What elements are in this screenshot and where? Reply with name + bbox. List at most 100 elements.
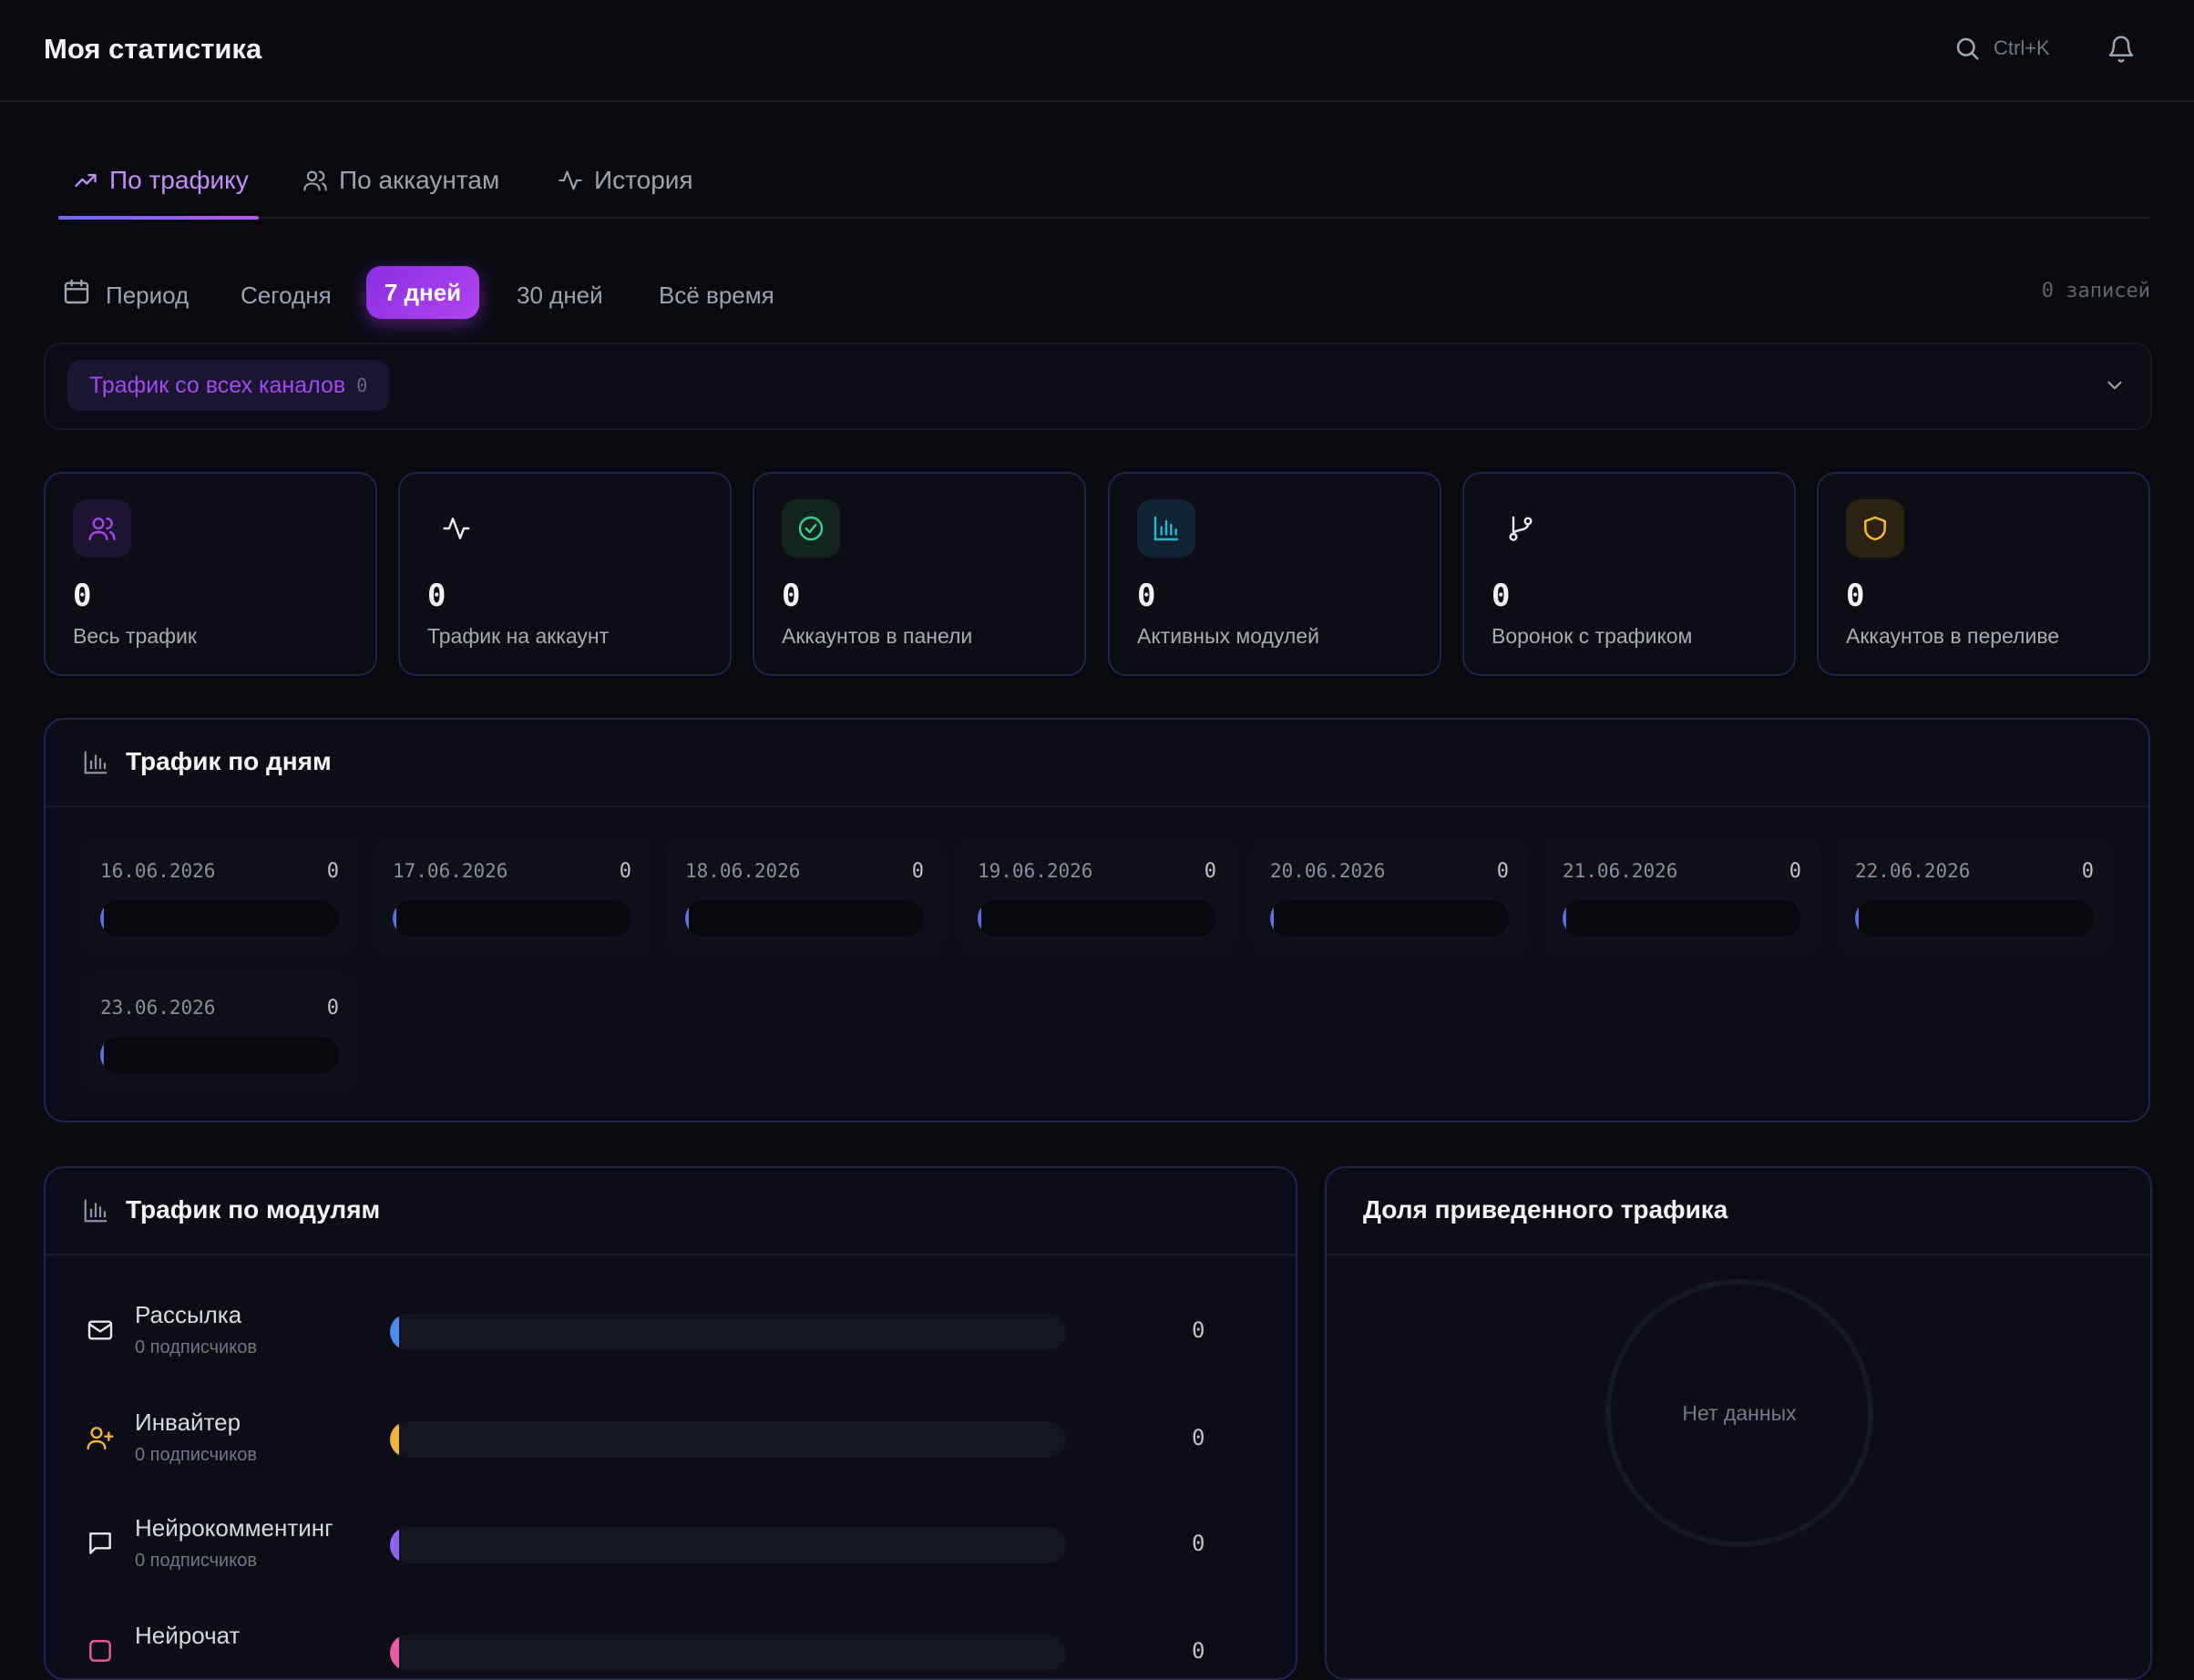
mail-icon — [86, 1316, 115, 1345]
stat-label: Аккаунтов в панели — [782, 624, 973, 648]
stat-label: Активных модулей — [1137, 624, 1319, 648]
module-bar-fill — [390, 1421, 399, 1458]
day-date: 16.06.2026 — [100, 860, 216, 882]
stat-value: 0 — [1846, 578, 1865, 614]
module-name: Инвайтер — [135, 1409, 241, 1436]
panel-title: Трафик по модулям — [126, 1195, 381, 1224]
users-icon — [73, 499, 131, 558]
day-bar — [1270, 900, 1509, 937]
day-date: 18.06.2026 — [685, 860, 801, 882]
module-value: 0 — [1192, 1317, 1205, 1343]
message-square-icon — [86, 1529, 115, 1558]
tab-accounts[interactable]: По аккаунтам — [302, 166, 499, 195]
stat-card-accounts-in-panel: 0 Аккаунтов в панели — [753, 472, 1086, 676]
day-card: 17.06.2026 0 — [374, 838, 650, 953]
bar-chart-icon — [82, 749, 109, 776]
module-name: Нейрочат — [135, 1622, 241, 1649]
search-shortcut: Ctrl+K — [1994, 36, 2050, 59]
day-bar-fill — [685, 900, 689, 937]
filter-7-days[interactable]: 7 дней — [366, 266, 479, 319]
stat-label: Воронок с трафиком — [1492, 624, 1693, 648]
daily-traffic-panel: Трафик по дням 16.06.2026 0 17.06.2026 0… — [44, 718, 2150, 1122]
day-card: 18.06.2026 0 — [667, 838, 942, 953]
user-plus-icon — [86, 1423, 115, 1452]
module-bar — [390, 1527, 1066, 1563]
day-value: 0 — [911, 860, 924, 883]
panel-header: Трафик по дням — [46, 720, 2148, 807]
module-value: 0 — [1192, 1531, 1205, 1556]
stat-card-total-traffic: 0 Весь трафик — [44, 472, 377, 676]
modules-traffic-panel: Трафик по модулям Рассылка 0 подписчиков… — [44, 1166, 1297, 1680]
calendar-icon — [62, 277, 91, 306]
channel-chip-label: Трафик со всех каналов — [89, 372, 346, 398]
day-value: 0 — [1204, 860, 1216, 883]
day-bar-fill — [1563, 900, 1566, 937]
page-title: Моя статистика — [44, 33, 262, 65]
donut-chart: Нет данных — [1605, 1279, 1873, 1547]
day-card: 16.06.2026 0 — [82, 838, 357, 953]
day-date: 21.06.2026 — [1563, 860, 1678, 882]
day-bar — [393, 900, 631, 937]
filter-30-days[interactable]: 30 дней — [517, 282, 603, 310]
panel-title: Трафик по дням — [126, 747, 332, 775]
day-value: 0 — [1496, 860, 1509, 883]
module-name: Рассылка — [135, 1301, 242, 1328]
channel-chip[interactable]: Трафик со всех каналов 0 — [67, 360, 390, 411]
chevron-down-icon — [2103, 374, 2127, 397]
stat-value: 0 — [1137, 578, 1156, 614]
period-label[interactable]: Период — [106, 282, 189, 310]
module-row: Инвайтер 0 подписчиков 0 — [46, 1405, 1296, 1496]
day-value: 0 — [326, 997, 339, 1019]
tab-traffic[interactable]: По трафику — [73, 166, 249, 195]
notifications-button[interactable] — [2107, 35, 2136, 64]
tab-history[interactable]: История — [558, 166, 693, 195]
stat-card-accounts-in-overflow: 0 Аккаунтов в переливе — [1817, 472, 2150, 676]
tab-active-indicator — [58, 216, 259, 220]
stat-card-funnels-with-traffic: 0 Воронок с трафиком — [1462, 472, 1796, 676]
day-date: 19.06.2026 — [978, 860, 1093, 882]
day-bar — [685, 900, 924, 937]
activity-icon — [558, 168, 583, 193]
panel-header: Трафик по модулям — [46, 1168, 1296, 1255]
tab-bar: По трафику По аккаунтам История — [58, 153, 2150, 220]
day-bar — [1855, 900, 2094, 937]
day-card: 19.06.2026 0 — [959, 838, 1235, 953]
chat-icon — [86, 1636, 115, 1665]
users-icon — [302, 168, 328, 193]
module-row: Рассылка 0 подписчиков 0 — [46, 1297, 1296, 1388]
stat-label: Трафик на аккаунт — [427, 624, 610, 648]
day-card: 20.06.2026 0 — [1252, 838, 1527, 953]
module-subscribers: 0 подписчиков — [135, 1445, 257, 1465]
day-card: 21.06.2026 0 — [1544, 838, 1820, 953]
channel-filter[interactable]: Трафик со всех каналов 0 — [44, 343, 2152, 430]
empty-state-text: Нет данных — [1682, 1400, 1797, 1425]
stat-label: Аккаунтов в переливе — [1846, 624, 2060, 648]
stat-value: 0 — [782, 578, 801, 614]
module-value: 0 — [1192, 1638, 1205, 1664]
filter-today[interactable]: Сегодня — [241, 282, 332, 310]
module-row: Нейрочат 0 — [46, 1618, 1296, 1678]
module-value: 0 — [1192, 1425, 1205, 1450]
search-button[interactable]: Ctrl+K — [1953, 35, 2050, 62]
module-row: Нейрокомментинг 0 подписчиков 0 — [46, 1511, 1296, 1602]
shield-icon — [1846, 499, 1904, 558]
module-subscribers: 0 подписчиков — [135, 1337, 257, 1357]
stat-value: 0 — [427, 578, 446, 614]
activity-icon — [427, 499, 486, 558]
filter-all-time[interactable]: Всё время — [659, 282, 774, 310]
module-bar-fill — [390, 1314, 399, 1350]
tab-history-label: История — [594, 166, 693, 194]
day-bar-fill — [100, 1037, 104, 1073]
day-value: 0 — [2081, 860, 2094, 883]
bell-icon — [2107, 35, 2136, 64]
day-bar — [1563, 900, 1801, 937]
panel-header: Доля приведенного трафика — [1327, 1168, 2150, 1255]
check-circle-icon — [782, 499, 840, 558]
top-bar: Моя статистика Ctrl+K — [0, 0, 2194, 102]
stat-card-active-modules: 0 Активных модулей — [1108, 472, 1441, 676]
trending-up-icon — [73, 168, 98, 193]
channel-chip-count: 0 — [356, 374, 368, 396]
tab-accounts-label: По аккаунтам — [339, 166, 500, 194]
module-bar-fill — [390, 1634, 399, 1671]
day-bar — [100, 1037, 339, 1073]
